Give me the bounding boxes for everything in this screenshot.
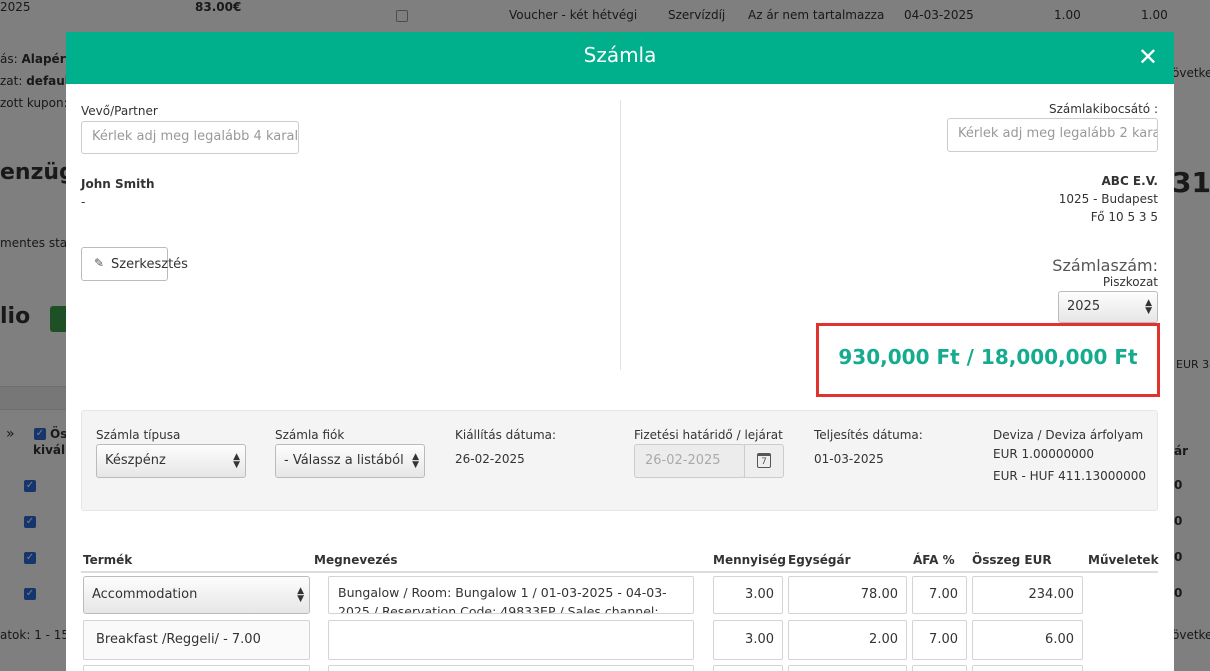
row-product-input[interactable]: Breakfast /Reggeli/ - 7.00	[83, 620, 310, 660]
account-select[interactable]: - Válassz a listából ▲ ▼	[275, 444, 425, 478]
invoice-type-label: Számla típusa	[96, 428, 181, 442]
invoice-type-select[interactable]: Készpénz ▲ ▼	[96, 444, 246, 478]
row-total-input[interactable]	[972, 665, 1083, 671]
col-header-qty: Mennyiség	[713, 553, 786, 567]
invoice-status: Piszkozat	[1102, 275, 1158, 289]
chevron-updown-icon: ▲ ▼	[233, 452, 240, 470]
buyer-label: Vevő/Partner	[81, 104, 158, 118]
table-header-divider	[81, 571, 1158, 573]
col-header-unit-price: Egységár	[788, 553, 851, 567]
row-product-value: Accommodation	[92, 587, 198, 602]
row-qty-input[interactable]: 3.00	[713, 576, 783, 614]
row-description-textarea[interactable]	[328, 665, 694, 671]
edit-icon: ✎	[94, 256, 105, 270]
edit-button-label: Szerkesztés	[111, 257, 188, 272]
buyer-detail: -	[81, 195, 86, 209]
total-highlight-box: 930,000 Ft / 18,000,000 Ft	[816, 323, 1160, 397]
row-description-textarea[interactable]: Bungalow / Room: Bungalow 1 / 01-03-2025…	[328, 576, 694, 614]
issue-date-value: 26-02-2025	[455, 452, 525, 466]
invoice-total: 930,000 Ft / 18,000,000 Ft	[838, 345, 1138, 369]
modal-title: Számla	[583, 43, 657, 67]
account-label: Számla fiók	[275, 428, 345, 442]
column-divider	[620, 100, 621, 370]
edit-buyer-button[interactable]: ✎ Szerkesztés	[81, 247, 188, 281]
chevron-updown-icon: ▲ ▼	[297, 586, 304, 604]
col-header-total: Összeg EUR	[972, 553, 1052, 567]
modal-header: Számla ✕	[66, 32, 1174, 84]
col-header-vat: ÁFA %	[913, 553, 955, 567]
fulfil-date-label: Teljesítés dátuma:	[814, 428, 923, 442]
invoice-type-value: Készpénz	[105, 453, 166, 468]
row-total-input[interactable]: 234.00	[972, 576, 1083, 614]
issuer-name: ABC E.V.	[1101, 174, 1158, 188]
row-vat-input[interactable]: 7.00	[912, 620, 967, 660]
chevron-updown-icon: ▲ ▼	[412, 452, 419, 470]
issuer-city: 1025 - Budapest	[1058, 192, 1158, 206]
currency-label: Deviza / Deviza árfolyam	[993, 428, 1144, 442]
row-vat-input[interactable]: 7.00	[912, 576, 967, 614]
invoice-number-label: Számlaszám:	[1052, 256, 1158, 275]
calendar-icon: 7	[757, 453, 771, 468]
calendar-button[interactable]: 7	[744, 444, 784, 478]
col-header-product: Termék	[83, 553, 133, 567]
row-qty-input[interactable]: 3.00	[713, 620, 783, 660]
currency-rate-1: EUR 1.00000000	[993, 447, 1095, 461]
due-date-input[interactable]: 26-02-2025	[634, 444, 745, 478]
close-icon[interactable]: ✕	[1138, 45, 1158, 69]
account-value: - Válassz a listából	[284, 453, 404, 468]
buyer-name: John Smith	[81, 177, 155, 191]
invoice-modal: Számla ✕ Vevő/Partner Kérlek adj meg leg…	[66, 32, 1174, 671]
row-product-select[interactable]: Accommodation ▲ ▼	[83, 576, 310, 614]
row-total-input[interactable]: 6.00	[972, 620, 1083, 660]
year-select-value: 2025	[1067, 299, 1101, 314]
issue-date-label: Kiállítás dátuma:	[455, 428, 557, 442]
issuer-street: Fő 10 5 3 5	[1090, 210, 1158, 224]
due-date-label: Fizetési határidő / lejárat	[634, 428, 783, 442]
issuer-label: Számlakibocsátó :	[1049, 102, 1158, 116]
row-unit-price-input[interactable]	[788, 665, 907, 671]
row-qty-input[interactable]	[713, 665, 783, 671]
chevron-updown-icon: ▲ ▼	[1145, 298, 1152, 316]
buyer-search-input[interactable]: Kérlek adj meg legalább 4 karal	[81, 121, 299, 154]
col-header-actions: Műveletek	[1088, 553, 1159, 567]
row-vat-input[interactable]	[912, 665, 967, 671]
year-select[interactable]: 2025 ▲ ▼	[1058, 291, 1158, 323]
row-description-textarea[interactable]	[328, 620, 694, 660]
currency-rate-2: EUR - HUF 411.13000000	[993, 469, 1146, 483]
issuer-search-input[interactable]: Kérlek adj meg legalább 2 kara	[947, 118, 1158, 152]
row-product-input[interactable]	[83, 665, 310, 671]
fulfil-date-value: 01-03-2025	[814, 452, 884, 466]
col-header-name: Megnevezés	[314, 553, 398, 567]
row-unit-price-input[interactable]: 2.00	[788, 620, 907, 660]
row-unit-price-input[interactable]: 78.00	[788, 576, 907, 614]
